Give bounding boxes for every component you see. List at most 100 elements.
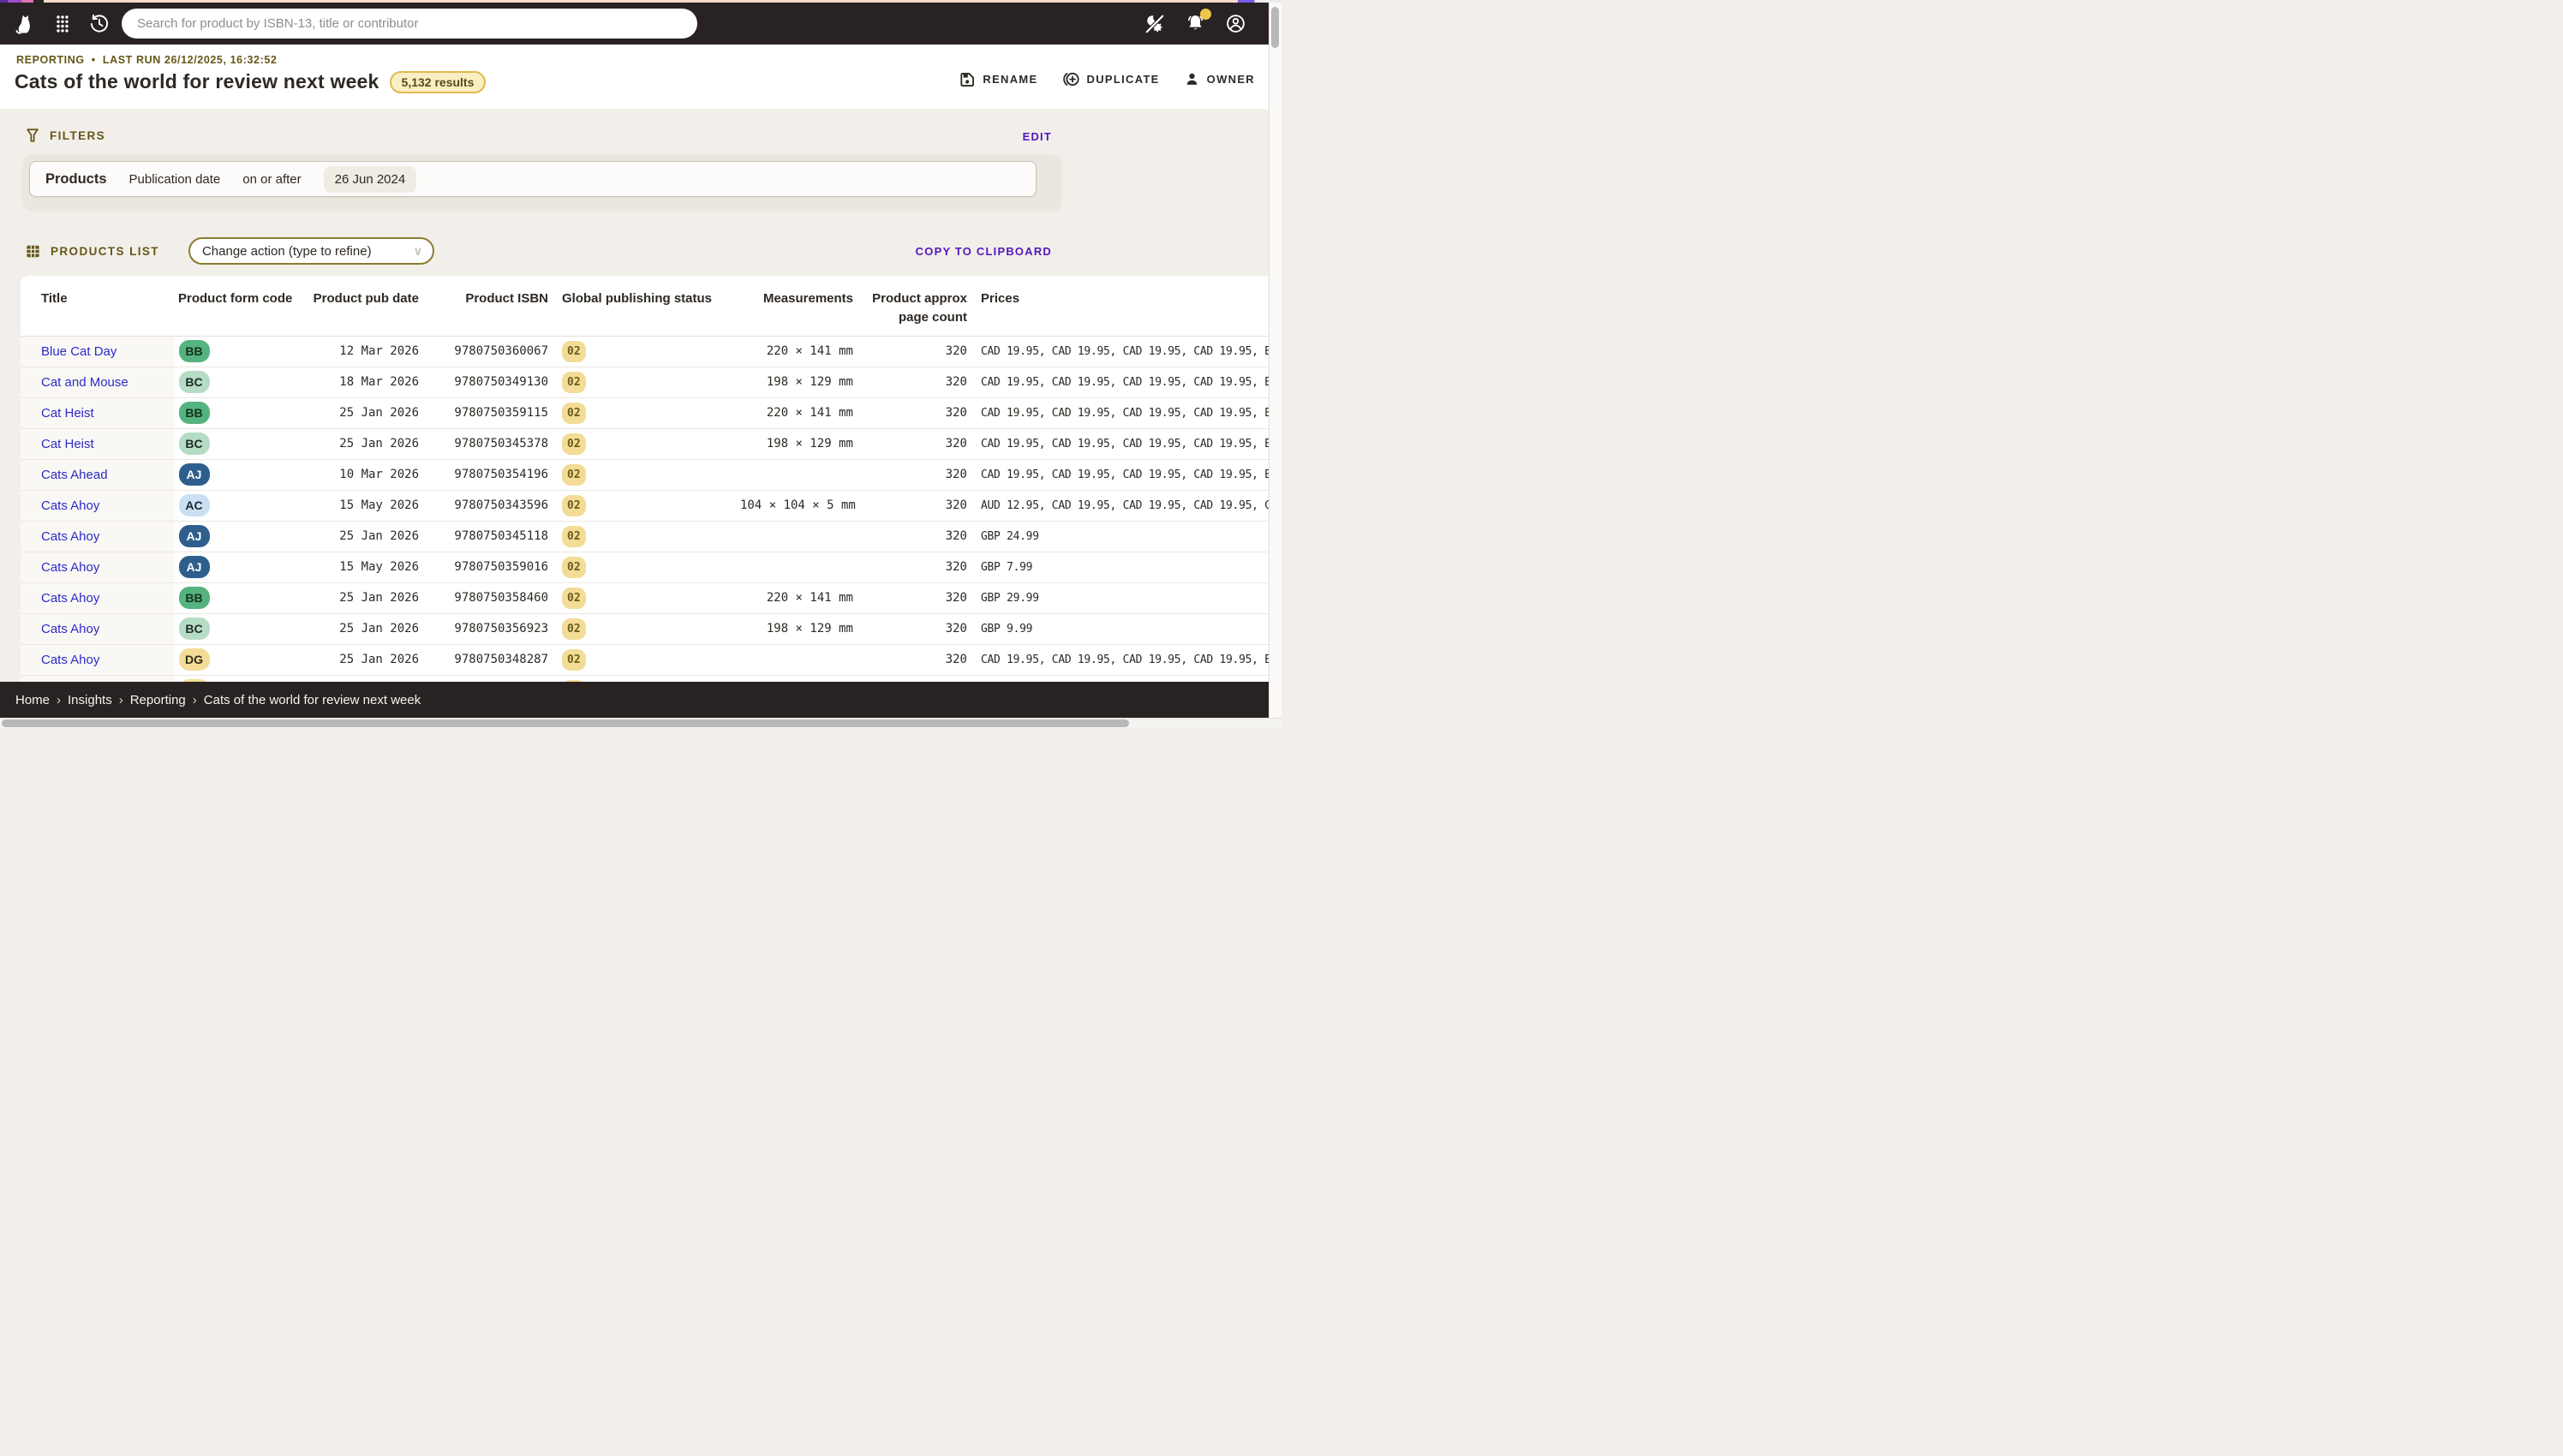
- filter-scope: Products: [45, 171, 107, 188]
- product-measurements: 104 × 104 × 5 mm: [733, 490, 860, 521]
- product-title-link[interactable]: Cats Ahoy: [41, 560, 99, 575]
- product-measurements: [733, 459, 860, 490]
- products-list-heading: PRODUCTS LIST: [51, 245, 159, 258]
- product-form-code-badge: AC: [179, 494, 210, 516]
- account-icon[interactable]: [1225, 13, 1246, 34]
- search-input[interactable]: [122, 9, 697, 39]
- product-isbn: 9780750345378: [426, 428, 555, 459]
- product-title-link[interactable]: Cats Ahoy: [41, 529, 99, 544]
- publishing-status-badge: 02: [562, 464, 586, 486]
- product-form-code-badge: BB: [179, 587, 210, 609]
- product-pub-date: 25 Jan 2026: [302, 397, 426, 428]
- horizontal-scrollbar-thumb[interactable]: [2, 719, 1129, 727]
- product-prices: CAD 19.95, CAD 19.95, CAD 19.95, CAD 19.…: [974, 644, 1269, 675]
- product-pub-date: 12 Mar 2026: [302, 336, 426, 367]
- copy-to-clipboard-link[interactable]: COPY TO CLIPBOARD: [916, 245, 1052, 258]
- rename-button[interactable]: RENAME: [959, 71, 1037, 88]
- publishing-status-badge: 02: [562, 495, 586, 516]
- product-page-count: 320: [860, 336, 974, 367]
- product-title-link[interactable]: Cat Heist: [41, 406, 94, 421]
- product-title-link[interactable]: Cats Ahoy: [41, 653, 99, 667]
- product-title-link[interactable]: Cats Ahoy: [41, 591, 99, 606]
- product-isbn: 9780750345118: [426, 521, 555, 552]
- product-page-count: 320: [860, 459, 974, 490]
- table-row: Cat Heist BC 25 Jan 2026 9780750345378 0…: [21, 428, 1269, 459]
- person-icon: [1184, 71, 1200, 87]
- table-row: Cats Ahoy AC 15 May 2026 9780750343596 0…: [21, 490, 1269, 521]
- theme-toggle-icon[interactable]: [1144, 13, 1166, 35]
- table-grid-icon: [25, 243, 41, 260]
- product-page-count: 320: [860, 490, 974, 521]
- filter-value-chip: 26 Jun 2024: [324, 166, 417, 193]
- window-top-edge: [0, 0, 1282, 3]
- cat-logo-icon[interactable]: [14, 11, 39, 37]
- products-table-card: Title Product form code Product pub date…: [21, 276, 1269, 728]
- product-measurements: [733, 521, 860, 552]
- breadcrumb-item[interactable]: Cats of the world for review next week: [204, 693, 421, 707]
- product-isbn: 9780750356923: [426, 613, 555, 644]
- product-page-count: 320: [860, 397, 974, 428]
- product-title-link[interactable]: Cats Ahead: [41, 468, 108, 482]
- vertical-scrollbar-thumb[interactable]: [1271, 7, 1279, 48]
- report-kicker: REPORTING • LAST RUN 26/12/2025, 16:32:5…: [16, 54, 1269, 66]
- edit-filters-link[interactable]: EDIT: [1023, 130, 1052, 143]
- product-form-code-badge: AJ: [179, 463, 210, 486]
- product-isbn: 9780750359115: [426, 397, 555, 428]
- product-measurements: [733, 644, 860, 675]
- duplicate-button[interactable]: DUPLICATE: [1062, 70, 1160, 88]
- publishing-status-badge: 02: [562, 372, 586, 393]
- breadcrumb-bar: Home›Insights›Reporting›Cats of the worl…: [0, 682, 1269, 718]
- product-prices: GBP 7.99: [974, 552, 1269, 582]
- product-pub-date: 25 Jan 2026: [302, 521, 426, 552]
- publishing-status-badge: 02: [562, 403, 586, 424]
- table-row: Cats Ahead AJ 10 Mar 2026 9780750354196 …: [21, 459, 1269, 490]
- column-header-measurements: Measurements: [733, 276, 860, 336]
- product-page-count: 320: [860, 367, 974, 397]
- history-icon[interactable]: [87, 12, 111, 36]
- product-title-link[interactable]: Cat Heist: [41, 437, 94, 451]
- publishing-status-badge: 02: [562, 557, 586, 578]
- duplicate-label: DUPLICATE: [1087, 73, 1160, 86]
- table-row: Cats Ahoy DG 25 Jan 2026 9780750348287 0…: [21, 644, 1269, 675]
- owner-label: OWNER: [1207, 73, 1255, 86]
- filter-rule[interactable]: Products Publication date on or after 26…: [29, 161, 1037, 197]
- product-prices: GBP 24.99: [974, 521, 1269, 552]
- product-prices: GBP 9.99: [974, 613, 1269, 644]
- filter-field: Publication date: [129, 172, 221, 187]
- save-icon: [959, 71, 976, 88]
- topbar: [0, 0, 1269, 45]
- product-pub-date: 25 Jan 2026: [302, 644, 426, 675]
- change-action-select[interactable]: Change action (type to refine) ∨: [188, 237, 434, 265]
- publishing-status-badge: 02: [562, 341, 586, 362]
- breadcrumb-item[interactable]: Reporting: [130, 693, 186, 707]
- table-row: Cats Ahoy BB 25 Jan 2026 9780750358460 0…: [21, 582, 1269, 613]
- product-form-code-badge: BB: [179, 340, 210, 362]
- chevron-down-icon: ∨: [414, 244, 422, 259]
- product-title-link[interactable]: Blue Cat Day: [41, 344, 116, 359]
- product-title-link[interactable]: Cats Ahoy: [41, 498, 99, 513]
- product-form-code-badge: BC: [179, 433, 210, 455]
- owner-button[interactable]: OWNER: [1184, 71, 1255, 87]
- product-title-link[interactable]: Cat and Mouse: [41, 375, 128, 390]
- breadcrumb-separator: ›: [119, 693, 123, 707]
- notification-dot: [1200, 9, 1211, 20]
- breadcrumb-item[interactable]: Insights: [68, 693, 112, 707]
- products-table: Title Product form code Product pub date…: [21, 276, 1269, 707]
- column-header-status: Global publishing status: [555, 276, 733, 336]
- product-title-link[interactable]: Cats Ahoy: [41, 622, 99, 636]
- filter-rules-container: Products Publication date on or after 26…: [22, 154, 1062, 212]
- filter-operator: on or after: [242, 172, 301, 187]
- table-header-row: Title Product form code Product pub date…: [21, 276, 1269, 336]
- publishing-status-badge: 02: [562, 618, 586, 640]
- breadcrumb-item[interactable]: Home: [15, 693, 50, 707]
- product-isbn: 9780750348287: [426, 644, 555, 675]
- page-title: Cats of the world for review next week: [15, 70, 379, 93]
- apps-grid-icon[interactable]: [51, 13, 74, 35]
- publishing-status-badge: 02: [562, 649, 586, 671]
- bell-icon[interactable]: [1185, 13, 1206, 34]
- table-row: Cats Ahoy AJ 15 May 2026 9780750359016 0…: [21, 552, 1269, 582]
- product-measurements: 198 × 129 mm: [733, 367, 860, 397]
- publishing-status-badge: 02: [562, 526, 586, 547]
- product-page-count: 320: [860, 644, 974, 675]
- breadcrumb-separator: ›: [57, 693, 61, 707]
